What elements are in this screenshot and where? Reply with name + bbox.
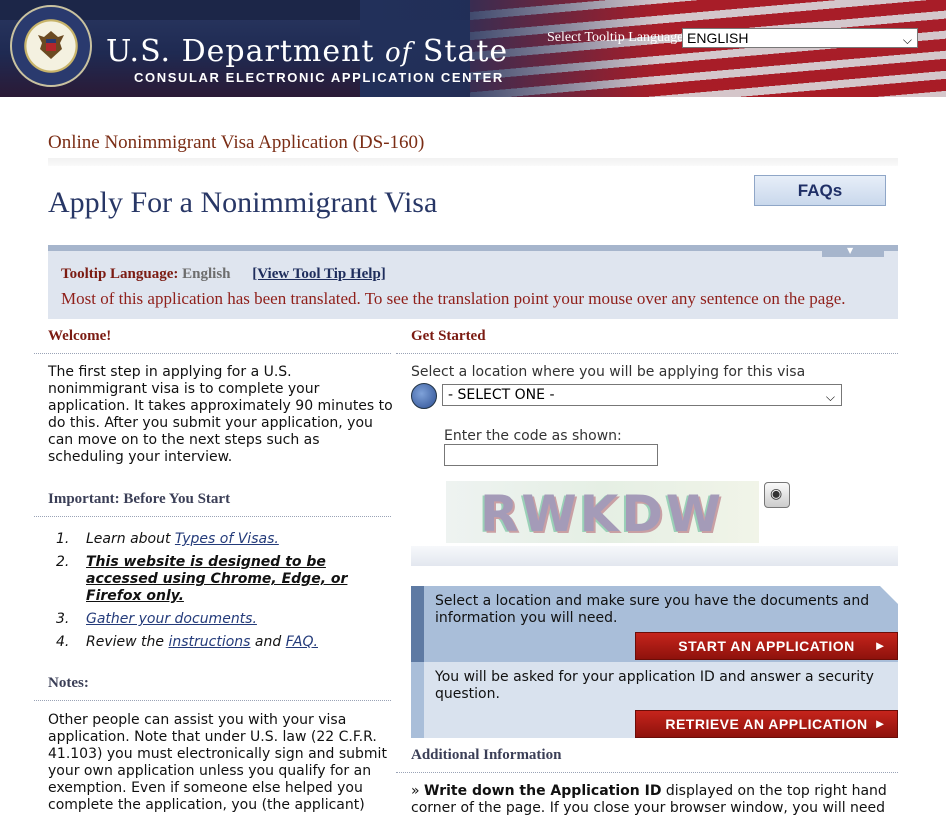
browser-requirement-text: This website is designed to be accessed … — [86, 554, 348, 604]
view-tooltip-help-link[interactable]: [View Tool Tip Help] — [252, 266, 386, 282]
gather-documents-link[interactable]: Gather your documents. — [86, 611, 257, 627]
panel-accent-bar — [411, 586, 424, 662]
title-divider — [48, 158, 898, 166]
bullet-icon: » — [411, 783, 420, 799]
dept-name-of: of — [385, 38, 413, 68]
dept-name-prefix: U.S. Department — [106, 34, 386, 69]
tooltip-language-label: Tooltip Language: — [61, 266, 179, 282]
list-item: 2. This website is designed to be access… — [48, 554, 378, 605]
list-item: 4. Review the instructions and FAQ. — [48, 634, 378, 651]
additional-info-text: » Write down the Application ID displaye… — [411, 783, 891, 817]
list-item: 3. Gather your documents. — [48, 611, 378, 628]
captcha-text: RWKDW — [480, 485, 725, 543]
instructions-link[interactable]: instructions — [168, 634, 250, 650]
retrieve-application-text: You will be asked for your application I… — [435, 669, 874, 702]
list-number: 3. — [56, 611, 70, 627]
list-text: and — [250, 634, 286, 650]
application-title: Online Nonimmigrant Visa Application (DS… — [48, 132, 425, 153]
list-text: Review the — [86, 634, 169, 650]
tooltip-info-box: ▼ Tooltip Language: English [View Tool T… — [48, 245, 898, 319]
faq-link[interactable]: FAQ. — [286, 634, 318, 650]
captcha-code-label: Enter the code as shown: — [444, 428, 622, 444]
chevron-down-icon: ▼ — [847, 246, 854, 255]
department-seal-icon — [10, 5, 92, 87]
start-application-panel: Select a location and make sure you have… — [411, 586, 898, 662]
panel-corner — [880, 586, 898, 604]
site-subtitle: CONSULAR ELECTRONIC APPLICATION CENTER — [134, 70, 504, 85]
notes-heading: Notes: — [48, 675, 89, 691]
tooltip-language-value: ENGLISH — [687, 30, 749, 46]
list-number: 1. — [56, 531, 70, 547]
faqs-button[interactable]: FAQs — [754, 175, 886, 206]
list-item: 1. Learn about Types of Visas. — [48, 531, 378, 548]
important-heading: Important: Before You Start — [48, 491, 231, 507]
refresh-captcha-button[interactable]: ◉ — [764, 482, 790, 508]
retrieve-application-panel: You will be asked for your application I… — [411, 662, 898, 738]
page-title: Apply For a Nonimmigrant Visa — [48, 186, 438, 219]
divider — [396, 353, 898, 354]
divider — [34, 516, 391, 517]
site-header: U.S. Department of State CONSULAR ELECTR… — [0, 0, 946, 97]
dept-name-suffix: State — [412, 34, 509, 69]
captcha-code-input[interactable] — [444, 444, 658, 466]
divider — [34, 700, 391, 701]
tooltip-language-label: Select Tooltip Language — [547, 30, 684, 45]
translation-message: Most of this application has been transl… — [61, 289, 846, 308]
department-name: U.S. Department of State — [106, 34, 508, 69]
chevron-down-icon: ⌵ — [902, 33, 912, 47]
panel-accent-bar — [411, 662, 424, 738]
eagle-icon — [38, 31, 64, 59]
retrieve-application-button[interactable]: RETRIEVE AN APPLICATION ► — [635, 710, 898, 738]
chevron-right-icon: ► — [873, 638, 887, 653]
notes-text: Other people can assist you with your vi… — [48, 712, 387, 813]
location-select[interactable]: - SELECT ONE - ⌵ — [442, 384, 842, 406]
list-number: 4. — [56, 634, 70, 650]
tooltip-language-current: English — [182, 266, 231, 282]
divider — [34, 353, 391, 354]
tooltip-language-select[interactable]: ENGLISH ⌵ — [682, 28, 918, 48]
divider — [396, 772, 898, 773]
types-of-visas-link[interactable]: Types of Visas. — [175, 531, 279, 547]
chevron-down-icon: ⌵ — [825, 390, 835, 404]
additional-info-bold: Write down the Application ID — [424, 783, 662, 799]
tooltip-language-row: Tooltip Language: English [View Tool Tip… — [61, 266, 386, 283]
location-label: Select a location where you will be appl… — [411, 364, 806, 380]
before-you-start-list: 1. Learn about Types of Visas. 2. This w… — [48, 531, 378, 657]
additional-info-heading: Additional Information — [411, 747, 562, 763]
get-started-heading: Get Started — [411, 328, 486, 344]
speaker-icon: ◉ — [770, 486, 783, 502]
captcha-image: RWKDW — [446, 481, 759, 543]
list-text: Learn about — [86, 531, 175, 547]
start-application-text: Select a location and make sure you have… — [435, 593, 870, 626]
start-application-button[interactable]: START AN APPLICATION ► — [635, 632, 898, 660]
get-started-footer — [411, 546, 898, 566]
list-number: 2. — [56, 554, 70, 570]
retrieve-application-label: RETRIEVE AN APPLICATION — [665, 716, 868, 732]
location-select-value: - SELECT ONE - — [448, 387, 555, 403]
welcome-heading: Welcome! — [48, 328, 112, 344]
start-application-label: START AN APPLICATION — [678, 638, 855, 654]
welcome-text: The first step in applying for a U.S. no… — [48, 364, 393, 465]
globe-icon — [411, 383, 437, 409]
chevron-right-icon: ► — [873, 716, 887, 731]
collapse-tab[interactable]: ▼ — [822, 245, 884, 257]
